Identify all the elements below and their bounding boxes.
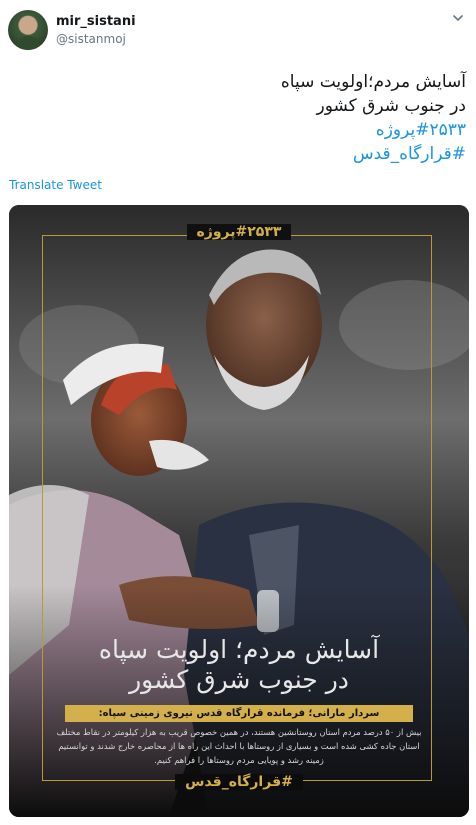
poster-headline: آسایش مردم؛ اولویت سپاه در جنوب شرق کشور	[49, 635, 429, 695]
poster-subheading: سردار مارانی؛ فرمانده قرارگاه قدس نیروی …	[65, 705, 413, 722]
tweet-header: mir_sistani @sistanmoj	[8, 10, 468, 54]
chevron-down-icon[interactable]	[452, 12, 464, 24]
poster-quote: بیش از ۵۰ درصد مردم استان روستانشین هستن…	[56, 727, 422, 765]
poster-bottom-hashtag: #قرارگاه_قدس	[9, 771, 469, 790]
hashtag-link-qods[interactable]: #قرارگاه_قدس	[26, 142, 466, 166]
poster-frame	[42, 235, 432, 781]
poster-headline-line-1: آسایش مردم؛ اولویت سپاه	[98, 635, 380, 664]
tweet-line-1: آسایش مردم؛اولویت سپاه	[280, 72, 466, 92]
tweet-line-2: در جنوب شرق کشور	[316, 96, 466, 116]
tweet-text: آسایش مردم؛اولویت سپاه در جنوب شرق کشور …	[26, 70, 466, 166]
translate-tweet-link[interactable]: Translate Tweet	[9, 178, 102, 192]
user-handle[interactable]: @sistanmoj	[56, 32, 126, 46]
hashtag-link-project[interactable]: #۲۵۳۳پروژه	[26, 118, 466, 142]
poster-top-hashtag: #۲۵۳۳پروژه	[9, 221, 469, 240]
display-name[interactable]: mir_sistani	[56, 14, 136, 29]
avatar[interactable]	[8, 10, 48, 50]
tweet-media-image[interactable]: #۲۵۳۳پروژه آسایش مردم؛ اولویت سپاه در جن…	[9, 205, 469, 817]
poster-headline-line-2: در جنوب شرق کشور	[129, 665, 349, 694]
poster-top-hashtag-text: #۲۵۳۳پروژه	[186, 224, 292, 240]
poster-bottom-hashtag-text: #قرارگاه_قدس	[175, 774, 303, 790]
